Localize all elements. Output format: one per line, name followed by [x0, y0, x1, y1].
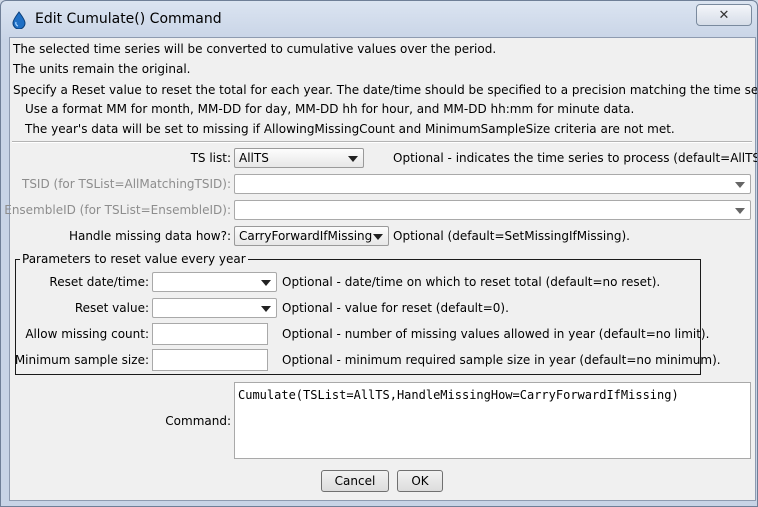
reset-value-label: Reset value: — [74, 301, 149, 315]
chevron-down-icon — [261, 280, 271, 286]
tsid-label: TSID (for TSList=AllMatchingTSID): — [21, 177, 231, 191]
tsid-select[interactable] — [234, 174, 751, 194]
close-icon: ✕ — [718, 7, 730, 23]
description-line-2: The units remain the original. — [13, 62, 191, 76]
dialog-content: The selected time series will be convert… — [4, 37, 758, 501]
command-textarea[interactable]: Cumulate(TSList=AllTS,HandleMissingHow=C… — [234, 382, 751, 459]
ok-button[interactable]: OK — [397, 470, 443, 492]
chevron-down-icon — [373, 234, 383, 240]
ts-list-label: TS list: — [190, 151, 231, 165]
chevron-down-icon — [261, 306, 271, 312]
command-text: Cumulate(TSList=AllTS,HandleMissingHow=C… — [238, 388, 679, 402]
handle-missing-label: Handle missing data how?: — [68, 229, 231, 243]
description-line-3: Specify a Reset value to reset the total… — [13, 83, 758, 97]
title-bar[interactable]: Edit Cumulate() Command ✕ — [1, 1, 757, 37]
chevron-down-icon — [735, 182, 745, 188]
min-sample-size-note: Optional - minimum required sample size … — [282, 353, 721, 367]
ts-list-select[interactable]: AllTS — [234, 148, 364, 168]
window-title: Edit Cumulate() Command — [35, 11, 222, 27]
cancel-button[interactable]: Cancel — [321, 470, 389, 492]
reset-datetime-label: Reset date/time: — [49, 275, 149, 289]
ensemble-id-select[interactable] — [234, 200, 751, 220]
description-line-4: Use a format MM for month, MM-DD for day… — [25, 102, 635, 116]
reset-value-note: Optional - value for reset (default=0). — [282, 301, 509, 315]
reset-value-select[interactable] — [152, 298, 277, 318]
close-button[interactable]: ✕ — [696, 4, 752, 26]
reset-group-title: Parameters to reset value every year — [20, 252, 248, 266]
handle-missing-note: Optional (default=SetMissingIfMissing). — [393, 229, 630, 243]
reset-datetime-select[interactable] — [152, 272, 277, 292]
reset-datetime-note: Optional - date/time on which to reset t… — [282, 275, 661, 289]
min-sample-size-label: Minimum sample size: — [14, 353, 149, 367]
dialog-window: Edit Cumulate() Command ✕ The selected t… — [0, 0, 758, 507]
allow-missing-count-note: Optional - number of missing values allo… — [282, 327, 710, 341]
ensemble-id-label: EnsembleID (for TSList=EnsembleID): — [4, 203, 231, 217]
chevron-down-icon — [348, 156, 358, 162]
allow-missing-count-input[interactable] — [152, 323, 268, 345]
min-sample-size-input[interactable] — [152, 349, 268, 371]
command-label: Command: — [165, 414, 231, 428]
description-line-5: The year's data will be set to missing i… — [25, 122, 675, 136]
separator — [12, 141, 752, 143]
ts-list-note: Optional - indicates the time series to … — [393, 151, 758, 165]
allow-missing-count-label: Allow missing count: — [25, 327, 149, 341]
ts-list-value: AllTS — [239, 151, 269, 165]
handle-missing-value: CarryForwardIfMissing — [239, 229, 373, 243]
chevron-down-icon — [735, 208, 745, 214]
water-drop-icon — [12, 11, 26, 29]
handle-missing-select[interactable]: CarryForwardIfMissing — [234, 226, 389, 246]
description-line-1: The selected time series will be convert… — [13, 42, 497, 56]
